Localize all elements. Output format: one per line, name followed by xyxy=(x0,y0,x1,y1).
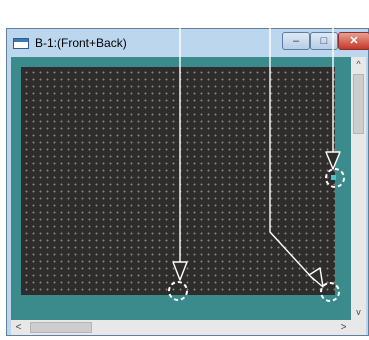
title-bar[interactable]: B-1:(Front+Back) – □ ✕ xyxy=(7,29,369,57)
scrollbar-corner xyxy=(351,320,366,335)
scroll-left-button[interactable]: < xyxy=(11,320,26,335)
vertical-scroll-thumb[interactable] xyxy=(353,74,364,134)
scroll-down-button[interactable]: v xyxy=(351,305,366,320)
window-icon xyxy=(13,38,29,49)
minimize-icon: – xyxy=(292,35,300,47)
minimize-button[interactable]: – xyxy=(282,32,310,50)
scroll-right-button[interactable]: > xyxy=(336,320,351,335)
close-button[interactable]: ✕ xyxy=(338,32,369,50)
app-window: B-1:(Front+Back) – □ ✕ ^ v < > xyxy=(6,28,369,336)
dot-grid-canvas[interactable] xyxy=(21,67,335,295)
scroll-up-button[interactable]: ^ xyxy=(351,57,366,72)
vertical-scrollbar[interactable]: ^ v xyxy=(351,57,366,320)
maximize-icon: □ xyxy=(320,35,328,47)
editor-area xyxy=(11,57,351,320)
horizontal-scrollbar[interactable]: < > xyxy=(11,320,351,335)
close-icon: ✕ xyxy=(349,35,359,47)
window-title: B-1:(Front+Back) xyxy=(35,36,127,50)
maximize-button[interactable]: □ xyxy=(310,32,338,50)
horizontal-scroll-thumb[interactable] xyxy=(30,322,92,333)
